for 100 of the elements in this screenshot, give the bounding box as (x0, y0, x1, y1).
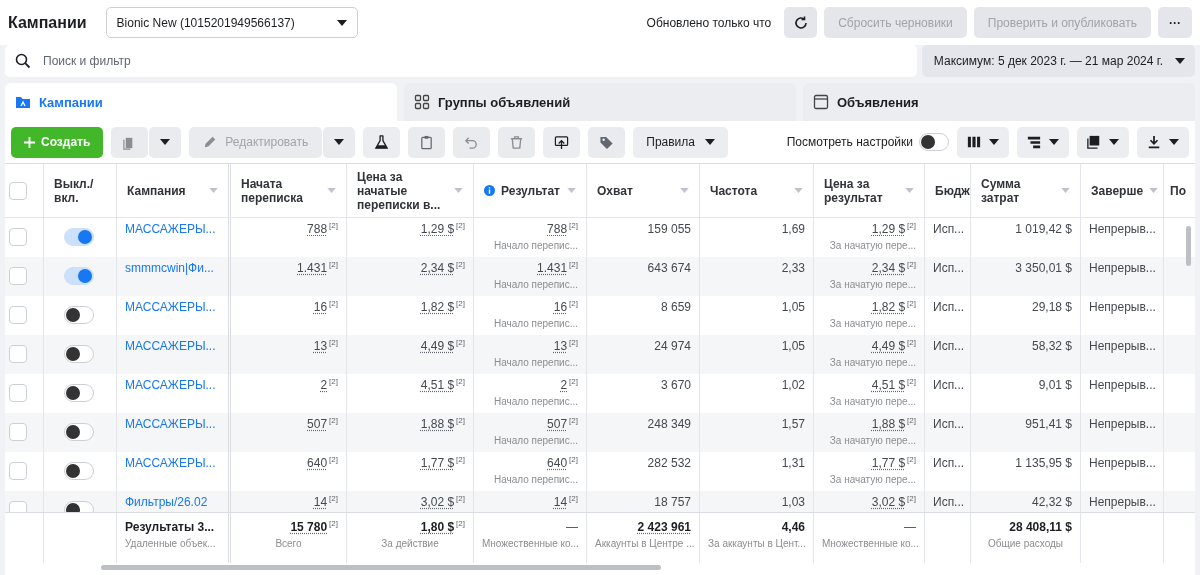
metric-caption: Множественные ко... (482, 538, 578, 549)
dropdown-button[interactable] (149, 126, 182, 158)
row-checkbox[interactable] (9, 345, 27, 363)
rules-dropdown[interactable]: Правила (633, 126, 728, 158)
metric-value: 3,02 $ (420, 495, 455, 509)
flask-button[interactable] (363, 126, 401, 158)
metric-value: — (904, 520, 916, 534)
row-checkbox[interactable] (9, 228, 27, 246)
metric-value: 1,80 $ (420, 520, 455, 534)
delete-button[interactable] (498, 126, 536, 158)
dropdown-button[interactable] (323, 126, 356, 158)
campaign-link[interactable]: МАССАЖЕРЫ... (125, 378, 216, 392)
select-all-checkbox[interactable] (9, 181, 27, 200)
column-header[interactable]: Цена за начатые переписки в... (357, 169, 448, 212)
column-header[interactable]: Заверше (1091, 183, 1144, 198)
column-header[interactable]: Сумма затрат (981, 176, 1055, 205)
campaign-link[interactable]: МАССАЖЕРЫ... (125, 456, 216, 470)
column-header[interactable]: По (1170, 183, 1186, 198)
search-icon (15, 53, 31, 69)
scrollbar-thumb[interactable] (101, 565, 661, 570)
metric-value: 1,29 $ (420, 222, 455, 236)
bars-icon (1027, 135, 1041, 149)
footnote-mark: [2] (329, 378, 338, 386)
table-cell: Исп... (933, 261, 965, 275)
tab[interactable]: Группы объявлений (404, 83, 796, 121)
breakdown-dropdown[interactable] (1017, 126, 1069, 158)
row-checkbox[interactable] (9, 462, 27, 480)
column-header[interactable]: Кампания (127, 183, 203, 198)
table-cell: 3 350,01 $ (1015, 261, 1072, 275)
search-field[interactable]: Поиск и фильтр (5, 45, 917, 77)
table-cell: 29,18 $ (1031, 300, 1072, 314)
campaign-toggle[interactable] (64, 384, 94, 402)
metric-value: 788 (547, 222, 568, 236)
footnote-mark: [2] (907, 261, 916, 269)
campaign-toggle[interactable] (64, 228, 94, 246)
tab[interactable]: Кампании (5, 83, 397, 121)
footnote-mark: [2] (329, 300, 338, 308)
metric-caption: Множественные ко... (822, 538, 916, 549)
campaign-link[interactable]: Фильтры/26.02 (125, 495, 208, 509)
table-cell: 248 349 (647, 417, 691, 431)
row-checkbox[interactable] (9, 384, 27, 402)
metric-value: 1,82 $ (871, 300, 906, 314)
refresh-button[interactable] (784, 7, 818, 38)
table-cell: 951,41 $ (1025, 417, 1072, 431)
metric-caption: Начало перепис... (492, 279, 578, 290)
table-cell: Непрерыв... (1089, 339, 1156, 353)
campaign-link[interactable]: МАССАЖЕРЫ... (125, 339, 216, 353)
columns-dropdown[interactable] (957, 126, 1009, 158)
settings-label: Посмотреть настройки (786, 135, 913, 149)
column-header[interactable]: Частота (710, 183, 788, 198)
column-header[interactable]: Начата переписка (241, 176, 321, 205)
scrollbar-thumb[interactable] (1186, 226, 1191, 266)
campaign-toggle[interactable] (64, 423, 94, 441)
table-cell: Исп... (933, 417, 965, 431)
row-checkbox[interactable] (9, 306, 27, 324)
clipboard-button[interactable] (408, 126, 446, 158)
screen-arrow-icon (554, 134, 570, 150)
tab[interactable]: Объявления (803, 83, 1195, 121)
columns-icon (967, 135, 981, 149)
campaign-link[interactable]: МАССАЖЕРЫ... (125, 300, 216, 314)
column-header[interactable]: Бюдж (935, 183, 970, 198)
table-cell: 282 532 (647, 456, 691, 470)
row-checkbox[interactable] (9, 267, 27, 285)
column-header[interactable]: Выкл./ вкл. (54, 176, 106, 205)
reports-dropdown[interactable] (1077, 126, 1129, 158)
more-button[interactable]: ··· (1158, 7, 1192, 38)
trash-icon (509, 134, 525, 150)
table-cell: Непрерыв... (1089, 456, 1156, 470)
metric-value: 1,88 $ (420, 417, 455, 431)
grid-icon (414, 94, 430, 110)
footnote-mark: [2] (907, 378, 916, 386)
campaign-link[interactable]: smmmcwin|Фи... (125, 261, 214, 275)
settings-toggle[interactable] (919, 133, 949, 151)
footnote-mark: [2] (329, 261, 338, 269)
campaign-toggle[interactable] (64, 306, 94, 324)
footnote-mark: [2] (329, 520, 338, 528)
campaign-toggle[interactable] (64, 345, 94, 363)
metric-caption: Всего (274, 538, 303, 549)
row-checkbox[interactable] (9, 423, 27, 441)
ab-test-button[interactable] (543, 126, 581, 158)
export-dropdown[interactable] (1137, 126, 1189, 158)
column-header[interactable]: Результат (501, 183, 561, 198)
campaign-toggle[interactable] (64, 462, 94, 480)
metric-value: 1.431 (297, 261, 328, 275)
table-cell: Непрерыв... (1089, 495, 1156, 509)
campaign-link[interactable]: МАССАЖЕРЫ... (125, 222, 216, 236)
campaign-toggle[interactable] (64, 267, 94, 285)
column-header[interactable]: Цена за результат (824, 176, 899, 205)
tag-button[interactable] (588, 126, 626, 158)
date-range-dropdown[interactable]: Максимум: 5 дек 2023 г. — 21 мар 2024 г. (921, 45, 1195, 77)
column-header[interactable]: Охват (597, 183, 674, 198)
account-dropdown[interactable]: Bionic New (1015201949566137) (105, 7, 358, 38)
table-cell: Исп... (933, 456, 965, 470)
caret-icon (1175, 58, 1185, 64)
footnote-mark: [2] (569, 261, 578, 269)
footnote-mark: [2] (907, 495, 916, 503)
campaign-link[interactable]: МАССАЖЕРЫ... (125, 417, 216, 431)
caret-icon (1049, 139, 1059, 145)
table-cell: 1,02 (781, 378, 805, 392)
metric-value: 2 (320, 378, 328, 392)
